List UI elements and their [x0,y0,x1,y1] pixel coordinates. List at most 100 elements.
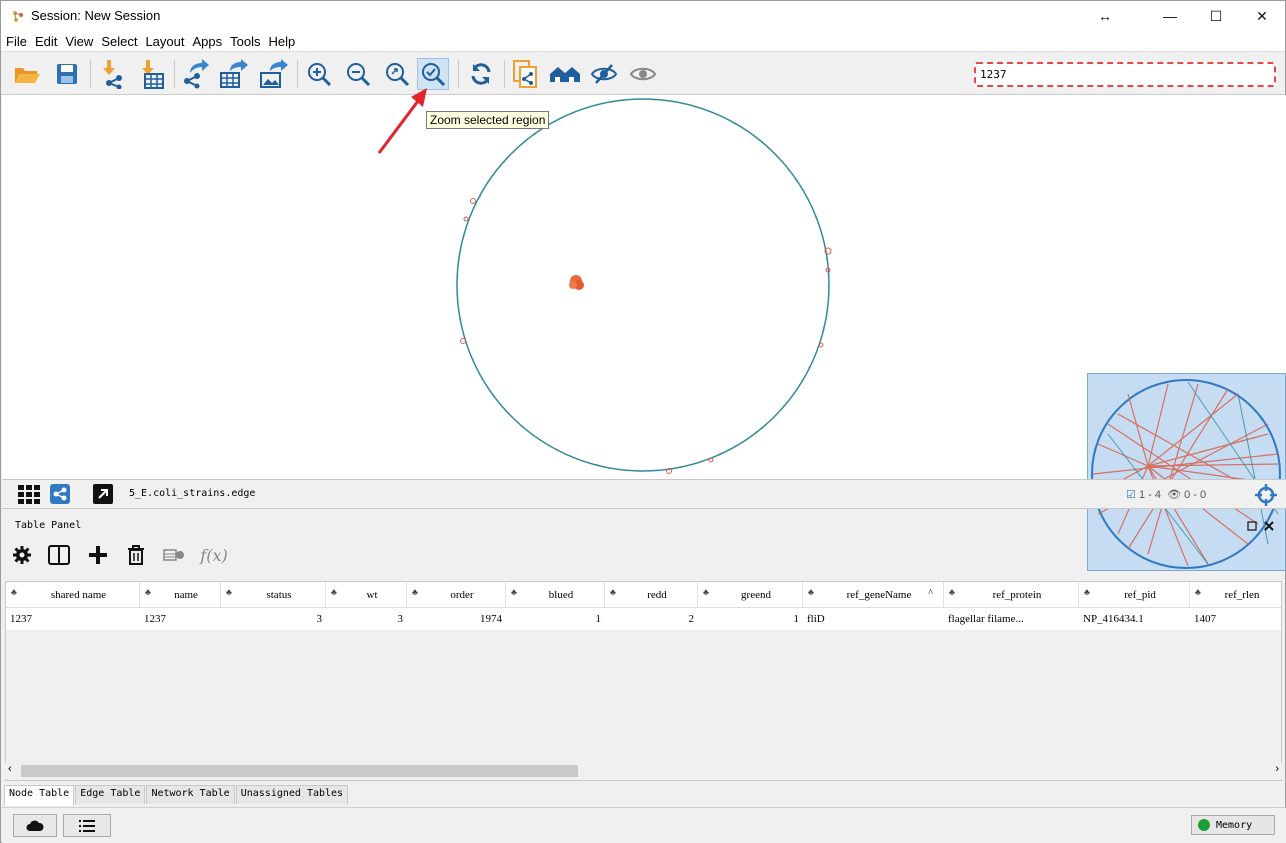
hidden-count: 0 - 0 [1184,489,1207,501]
column-type-icon: ♣ [1084,587,1090,597]
scroll-left-icon[interactable]: ‹ [8,763,12,775]
column-type-icon: ♣ [610,587,616,597]
export-image-button[interactable] [257,58,289,90]
column-type-icon: ♣ [331,587,337,597]
column-header[interactable]: ♣ wt [326,582,407,607]
export-network-button[interactable] [179,58,211,90]
home-icon [550,67,580,82]
add-column-button[interactable] [85,542,111,568]
menu-tools[interactable]: Tools [230,34,260,49]
selected-count: 1 - 4 [1138,489,1161,501]
save-session-button[interactable] [51,58,83,90]
import-network-button[interactable] [97,58,129,90]
network-canvas[interactable] [2,95,1286,571]
refresh-button[interactable] [465,58,497,90]
table-toolbar: f(x) [2,539,1286,571]
column-header[interactable]: ♣ ref_protein [944,582,1079,607]
link-table-button[interactable] [161,542,187,568]
float-panel-icon[interactable] [1247,521,1257,531]
scrollbar-thumb[interactable] [21,765,578,777]
column-header-label: shared name [50,588,107,601]
cloud-button[interactable] [13,814,57,837]
table-cell[interactable]: 3 [221,608,326,630]
tab-node-table[interactable]: Node Table [4,785,75,806]
column-header[interactable]: ♣ order [407,582,506,607]
show-all-button[interactable] [627,58,659,90]
column-header[interactable]: ♣ status [221,582,326,607]
menu-layout[interactable]: Layout [145,34,184,49]
network-status-bar: 5_E.coli_strains.edge ☑ 1 - 4 👁 0 - 0 [2,479,1286,509]
tab-edge-table[interactable]: Edge Table [75,785,146,804]
sort-ascending-icon[interactable]: ^ [928,588,933,599]
table-cell[interactable]: 1407 [1190,608,1281,630]
columns-icon [48,545,70,565]
open-session-button[interactable] [11,58,43,90]
tab-network-table[interactable]: Network Table [146,785,235,804]
hide-selected-button[interactable] [588,58,620,90]
minimize-button[interactable]: — [1147,1,1193,31]
column-type-icon: ♣ [808,587,814,597]
table-cell[interactable]: 1 [506,608,605,630]
column-type-icon: ♣ [226,587,232,597]
crosshair-icon[interactable] [1255,484,1277,506]
table-cell[interactable]: flagellar filame... [944,608,1079,630]
tab-unassigned-tables[interactable]: Unassigned Tables [235,785,349,804]
menu-file[interactable]: File [6,34,27,49]
memory-status-icon [1198,819,1210,831]
column-header[interactable]: ♣ shared name [6,582,140,607]
column-header[interactable]: ♣ ref_rlen [1190,582,1281,607]
node-table: ♣ shared name ♣ name ♣ status ♣ wt ♣ order ♣ blued ♣… [5,581,1282,781]
selection-counts: ☑ 1 - 4 👁 0 - 0 [1126,488,1206,501]
column-header[interactable]: ♣ ref_geneName ^ [803,582,944,607]
column-header-label: ref_pid [1124,588,1156,601]
table-cell[interactable]: 1974 [407,608,506,630]
zoom-selected-tooltip: Zoom selected region [426,111,550,129]
detach-view-icon[interactable] [93,484,113,504]
network-view-icon[interactable] [50,484,70,504]
table-cell[interactable]: 3 [326,608,407,630]
function-builder-button[interactable]: f(x) [198,542,230,568]
table-cell[interactable]: 2 [605,608,698,630]
resize-icon[interactable]: ↔ [1082,1,1128,31]
column-header-label: blued [548,588,574,601]
table-tabs: Node Table Edge Table Network Table Unas… [4,785,349,806]
task-list-button[interactable] [63,814,111,837]
search-input[interactable]: 1237 [974,62,1276,87]
maximize-button[interactable]: ☐ [1193,1,1239,31]
table-cell[interactable]: 1237 [140,608,221,630]
export-table-button[interactable] [217,58,249,90]
scroll-right-icon[interactable]: › [1275,763,1279,775]
column-header[interactable]: ♣ ref_pid [1079,582,1190,607]
menu-help[interactable]: Help [269,34,296,49]
selected-node-cluster[interactable] [569,275,584,290]
menu-apps[interactable]: Apps [193,34,223,49]
zoom-out-icon [347,63,371,87]
table-cell[interactable]: 1237 [6,608,140,630]
delete-column-button[interactable] [123,542,149,568]
table-cell[interactable]: NP_416434.1 [1079,608,1190,630]
close-button[interactable]: ✕ [1239,1,1285,31]
menu-edit[interactable]: Edit [35,34,57,49]
zoom-in-button[interactable] [303,58,335,90]
menu-select[interactable]: Select [101,34,137,49]
show-columns-button[interactable] [46,542,72,568]
table-cell[interactable]: fliD [803,608,944,630]
app-logo-icon [13,11,23,22]
horizontal-scrollbar[interactable]: ‹ › [5,763,1282,779]
column-header[interactable]: ♣ greend [698,582,803,607]
close-panel-icon[interactable] [1264,521,1274,531]
home-button[interactable] [549,58,581,90]
import-table-button[interactable] [136,58,168,90]
new-network-from-selection-button[interactable] [509,58,541,90]
table-settings-button[interactable] [9,542,35,568]
memory-button[interactable]: Memory [1191,815,1275,835]
grid-view-icon[interactable] [18,485,40,505]
menu-view[interactable]: View [65,34,93,49]
column-header-label: ref_rlen [1224,588,1260,601]
column-header[interactable]: ♣ redd [605,582,698,607]
table-cell[interactable]: 1 [698,608,803,630]
column-header[interactable]: ♣ blued [506,582,605,607]
zoom-out-button[interactable] [342,58,374,90]
column-header[interactable]: ♣ name [140,582,221,607]
table-row[interactable]: 1237 1237 3 3 1974 1 2 1 fliD flagellar filame...… [6,608,1281,630]
